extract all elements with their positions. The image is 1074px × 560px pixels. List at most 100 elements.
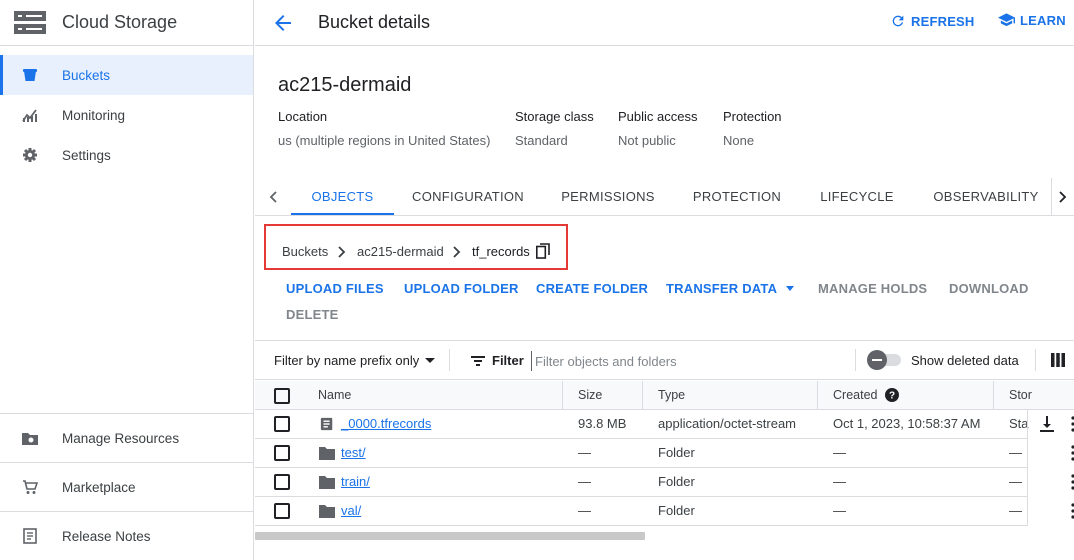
- object-size: —: [578, 503, 591, 518]
- sidebar-item-marketplace[interactable]: Marketplace: [0, 467, 253, 507]
- column-header-storage[interactable]: Stor: [1009, 388, 1032, 402]
- filter-mode-select[interactable]: Filter by name prefix only: [274, 353, 436, 368]
- sidebar-item-label: Settings: [62, 147, 111, 163]
- tab-objects[interactable]: OBJECTS: [291, 178, 394, 215]
- bucket-icon: [21, 66, 39, 84]
- select-all-checkbox[interactable]: [274, 388, 290, 404]
- sidebar-item-buckets[interactable]: Buckets: [0, 55, 253, 95]
- sidebar-item-label: Release Notes: [62, 528, 151, 544]
- svg-text:?: ?: [889, 391, 895, 402]
- folder-icon: [319, 447, 335, 460]
- bucket-name: ac215-dermaid: [278, 74, 412, 96]
- column-header-created[interactable]: Created ?: [833, 388, 900, 402]
- page-title: Bucket details: [318, 12, 431, 32]
- object-created: —: [833, 474, 846, 489]
- product-title: Cloud Storage: [62, 12, 178, 32]
- chevron-right-icon: [1059, 190, 1067, 203]
- sidebar-item-label: Manage Resources: [62, 430, 180, 446]
- dropdown-arrow-icon: [786, 286, 795, 291]
- manage-holds-button[interactable]: MANAGE HOLDS: [818, 281, 927, 296]
- tab-observability[interactable]: OBSERVABILITY: [925, 178, 1047, 215]
- tab-permissions[interactable]: PERMISSIONS: [553, 178, 663, 215]
- filter-input[interactable]: [531, 351, 831, 371]
- upload-files-button[interactable]: UPLOAD FILES: [286, 281, 384, 296]
- public-access-label: Public access: [618, 109, 698, 124]
- object-size: —: [578, 474, 591, 489]
- table-row[interactable]: train/ — Folder — —: [255, 468, 1027, 497]
- tab-configuration[interactable]: CONFIGURATION: [405, 178, 531, 215]
- download-icon[interactable]: [1040, 416, 1054, 432]
- sidebar-item-label: Buckets: [62, 67, 111, 83]
- learn-button[interactable]: LEARN: [998, 13, 1066, 28]
- folder-icon: [319, 476, 335, 489]
- refresh-label: REFRESH: [911, 13, 975, 29]
- object-storage-class: —: [1009, 503, 1022, 518]
- column-divider: [642, 381, 643, 410]
- column-header-name[interactable]: Name: [318, 388, 351, 402]
- dropdown-arrow-icon: [425, 358, 436, 363]
- table-row[interactable]: test/ — Folder — —: [255, 439, 1027, 468]
- column-display-icon[interactable]: [1050, 352, 1066, 368]
- delete-button[interactable]: DELETE: [286, 307, 338, 322]
- filter-mode-label: Filter by name prefix only: [274, 353, 420, 368]
- tab-bar: OBJECTS CONFIGURATION PERMISSIONS PROTEC…: [255, 178, 1074, 216]
- sidebar-divider: [0, 413, 253, 414]
- help-icon[interactable]: ?: [885, 388, 900, 402]
- download-button[interactable]: DOWNLOAD: [949, 281, 1029, 296]
- breadcrumb-buckets[interactable]: Buckets: [282, 244, 328, 259]
- column-header-size[interactable]: Size: [578, 388, 602, 402]
- sidebar-item-settings[interactable]: Settings: [0, 135, 253, 175]
- top-bar: Bucket details REFRESH LEARN: [255, 0, 1074, 46]
- filter-divider: [449, 349, 450, 371]
- location-label: Location: [278, 109, 328, 124]
- upload-folder-button[interactable]: UPLOAD FOLDER: [404, 281, 519, 296]
- chevron-right-icon: [453, 246, 461, 258]
- back-arrow-icon[interactable]: [271, 11, 295, 35]
- object-name-link[interactable]: _0000.tfrecords: [341, 416, 431, 431]
- folder-name-link[interactable]: val/: [341, 503, 361, 518]
- file-icon: [320, 417, 333, 431]
- folder-gear-icon: [21, 429, 39, 447]
- column-header-type[interactable]: Type: [658, 388, 685, 402]
- create-folder-button[interactable]: CREATE FOLDER: [536, 281, 648, 296]
- folder-name-link[interactable]: test/: [341, 445, 366, 460]
- cart-icon: [21, 478, 39, 496]
- row-checkbox[interactable]: [274, 503, 290, 519]
- tab-lifecycle[interactable]: LIFECYCLE: [811, 178, 903, 215]
- tab-scroll-right-button[interactable]: [1051, 178, 1074, 215]
- row-checkbox[interactable]: [274, 445, 290, 461]
- chevron-left-icon: [269, 190, 277, 203]
- refresh-icon: [892, 15, 904, 27]
- object-created: Oct 1, 2023, 10:58:37 AM: [833, 416, 981, 431]
- table-row[interactable]: _0000.tfrecords 93.8 MB application/octe…: [255, 410, 1029, 439]
- tab-protection[interactable]: PROTECTION: [683, 178, 791, 215]
- chart-icon: [21, 106, 39, 124]
- copy-icon[interactable]: [536, 243, 550, 259]
- protection-label: Protection: [723, 109, 782, 124]
- tab-scroll-left-button[interactable]: [255, 178, 291, 215]
- transfer-data-button[interactable]: TRANSFER DATA: [666, 281, 795, 296]
- horizontal-scrollbar[interactable]: [255, 532, 645, 540]
- location-value: us (multiple regions in United States): [278, 133, 491, 148]
- breadcrumb-current-folder: tf_records: [472, 244, 530, 259]
- refresh-button[interactable]: REFRESH: [890, 13, 975, 29]
- filter-button[interactable]: Filter: [471, 353, 524, 368]
- filter-icon: [471, 355, 485, 366]
- toggle-knob: [867, 350, 887, 370]
- chevron-right-icon: [338, 246, 346, 258]
- transfer-data-label: TRANSFER DATA: [666, 281, 778, 296]
- table-row[interactable]: val/ — Folder — —: [255, 497, 1027, 526]
- show-deleted-toggle[interactable]: [867, 350, 903, 370]
- row-checkbox[interactable]: [274, 474, 290, 490]
- breadcrumb-bucket[interactable]: ac215-dermaid: [357, 244, 444, 259]
- object-storage-class: —: [1009, 474, 1022, 489]
- object-storage-class: —: [1009, 445, 1022, 460]
- folder-name-link[interactable]: train/: [341, 474, 370, 489]
- sidebar-item-release-notes[interactable]: Release Notes: [0, 516, 253, 556]
- filter-label: Filter: [492, 353, 524, 368]
- row-checkbox[interactable]: [274, 416, 290, 432]
- sidebar-item-manage-resources[interactable]: Manage Resources: [0, 418, 253, 458]
- sidebar-item-monitoring[interactable]: Monitoring: [0, 95, 253, 135]
- column-divider: [817, 381, 818, 410]
- sidebar-divider: [0, 511, 253, 512]
